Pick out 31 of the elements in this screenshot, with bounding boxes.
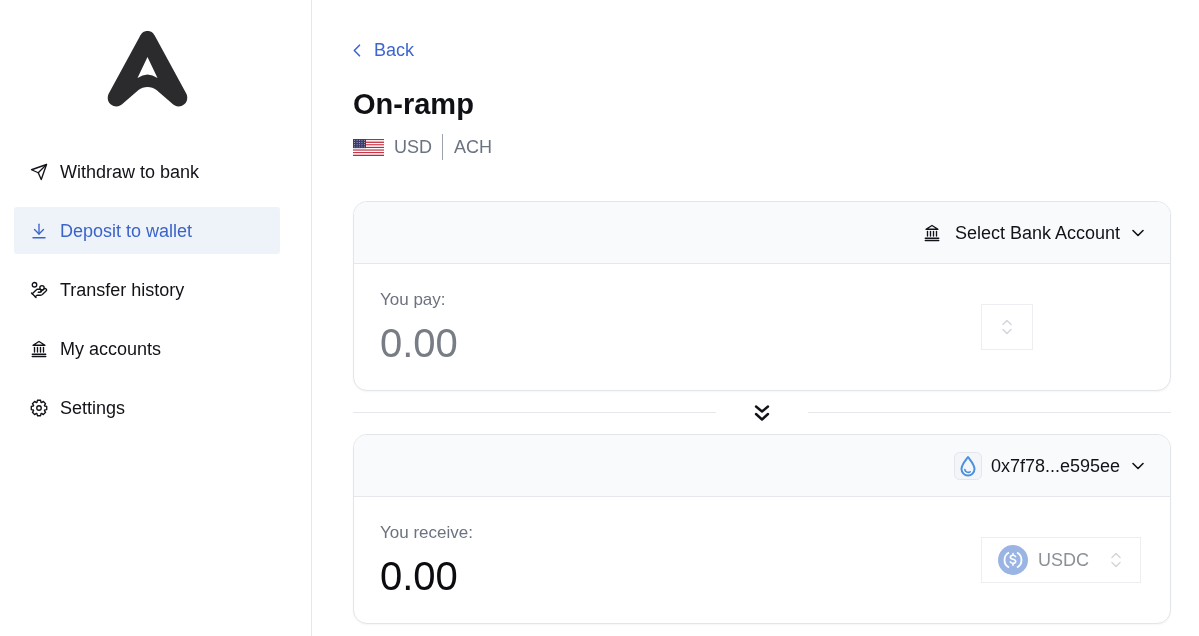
chevron-up-down-icon xyxy=(1001,319,1013,335)
amount-label: You pay: xyxy=(380,288,446,311)
water-drop-icon xyxy=(953,451,982,480)
chevron-left-icon xyxy=(353,43,361,57)
wallet-select[interactable]: 0x7f78...e595ee xyxy=(953,447,1144,484)
amount-field[interactable]: 0.00 xyxy=(380,319,680,366)
back-link[interactable]: Back xyxy=(353,38,415,62)
payment-method: ACH xyxy=(454,136,493,159)
sidebar-item[interactable]: Withdraw to bank xyxy=(14,148,280,195)
sidebar-item[interactable]: Deposit to wallet xyxy=(14,207,280,254)
download-icon xyxy=(30,221,48,240)
chevron-down-icon xyxy=(1132,228,1144,237)
settings-icon xyxy=(30,398,48,417)
send-icon xyxy=(30,162,48,181)
hand-coins-icon xyxy=(30,280,48,299)
chevrons-down-icon xyxy=(753,403,771,422)
bank-account-select[interactable]: Select Bank Account xyxy=(922,216,1144,249)
logo-icon xyxy=(106,30,189,107)
chevron-up-down-icon xyxy=(1110,552,1122,568)
amount-label: You receive: xyxy=(380,521,473,544)
us-flag-icon xyxy=(353,138,384,156)
bank-icon xyxy=(922,223,941,242)
amount-field[interactable]: 0.00 xyxy=(380,552,680,599)
sidebar-item[interactable]: My accounts xyxy=(14,325,280,372)
page-title: On-ramp xyxy=(353,87,475,121)
sidebar-item[interactable]: Transfer history xyxy=(14,266,280,313)
currency-code: USD xyxy=(394,136,432,159)
sidebar-item[interactable]: Settings xyxy=(14,384,280,431)
bank-icon xyxy=(30,339,48,358)
dollar-coin-icon xyxy=(998,545,1028,575)
chevron-down-icon xyxy=(1132,461,1144,470)
